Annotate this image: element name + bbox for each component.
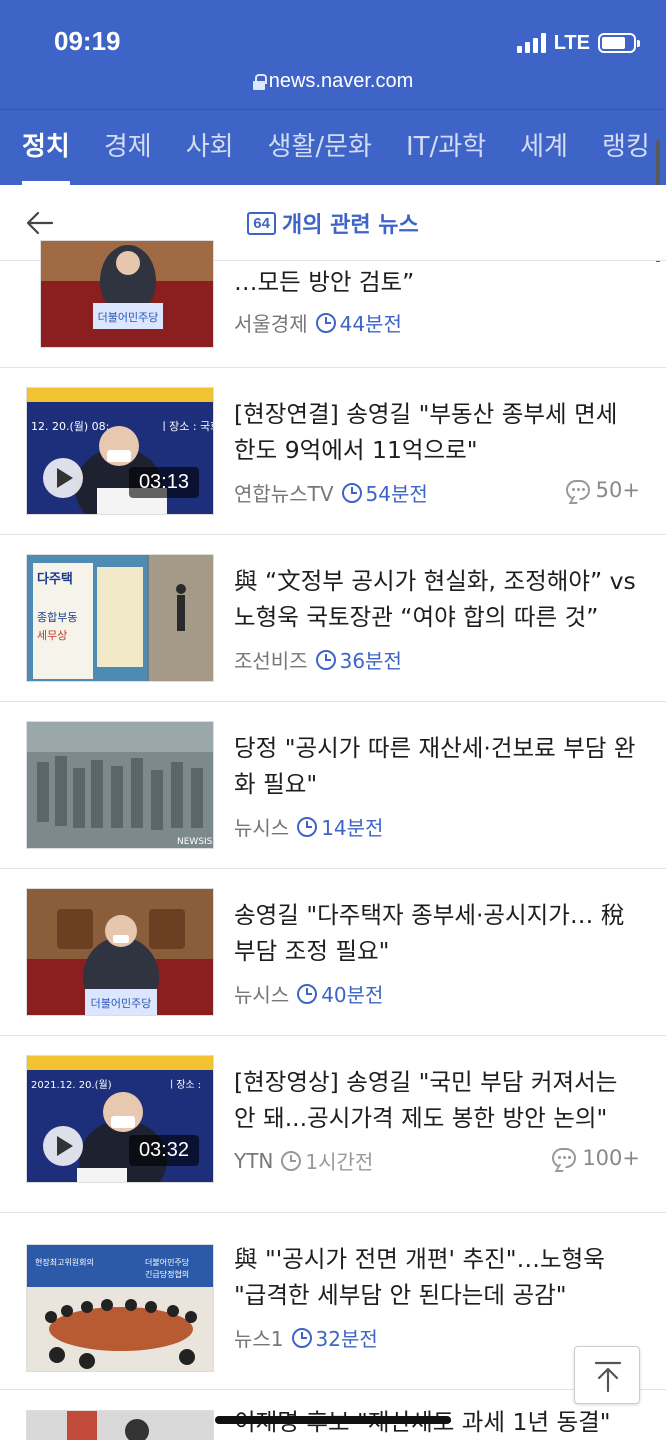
news-thumbnail: 다주택 종합부동 세무상 [26,554,214,682]
news-item[interactable]: 다주택 종합부동 세무상 與 “文정부 공시가 현실화, 조정해야” vs 노형… [0,535,666,702]
news-thumbnail: 더불어민주당 [26,888,214,1016]
comment-icon [565,480,590,500]
news-thumbnail: 더불어민주당 [40,240,214,348]
news-source: 서울경제 [234,312,308,336]
scroll-to-top-button[interactable] [574,1346,640,1404]
comment-count[interactable]: 100+ [552,1146,640,1170]
news-item[interactable]: 더불어민주당 송영길 "다주택자 종부세·공시지가… 稅 부담 조정 필요" 뉴… [0,869,666,1036]
svg-text:12. 20.(월) 08:: 12. 20.(월) 08: [31,420,109,433]
news-title[interactable]: 與 "'공시가 전면 개편' 추진"…노형욱 "급격한 세부담 안 된다는데 공… [234,1241,642,1313]
tab-it-science[interactable]: IT/과학 [406,110,486,185]
news-item[interactable]: 2021.12. 20.(월) ㅣ장소 : 03:32 [현장영상] 송영길 "… [0,1036,666,1213]
news-time: 1시간전 [281,1146,373,1175]
news-source: 조선비즈 [234,649,308,673]
tab-economy[interactable]: 경제 [104,110,152,185]
svg-text:더불어민주당: 더불어민주당 [145,1257,190,1267]
lock-icon [252,73,267,90]
battery-icon [598,33,640,53]
related-news-label: 개의 관련 뉴스 [281,213,419,238]
svg-text:ㅣ장소 : 국회: ㅣ장소 : 국회 [159,420,214,433]
news-meta: 서울경제 44분전 [234,308,402,337]
news-title[interactable]: 송영길 "다주택자 종부세·공시지가… 稅 부담 조정 필요" [234,897,642,969]
network-label: LTE [553,31,590,54]
news-title[interactable]: 與 “文정부 공시가 현실화, 조정해야” vs 노형욱 국토장관 “여야 합의… [234,563,642,635]
comment-count[interactable]: 50+ [565,478,640,502]
clock-icon [315,649,336,670]
news-thumbnail [26,1410,214,1440]
news-time: 32분전 [291,1323,378,1352]
tab-society[interactable]: 사회 [186,110,234,185]
tab-world[interactable]: 세계 [520,110,568,185]
svg-text:ㅣ장소 :: ㅣ장소 : [167,1079,201,1091]
news-title[interactable]: [현장영상] 송영길 "국민 부담 커져서는 안 돼...공시가격 제도 봉한 … [234,1064,642,1136]
news-meta: 조선비즈 36분전 [234,645,402,674]
news-thumbnail: NEWSIS [26,721,214,849]
news-time: 36분전 [315,645,402,674]
news-time: 14분전 [297,812,383,841]
tab-life-culture[interactable]: 생활/문화 [268,110,372,185]
news-meta: YTN 1시간전 [234,1146,373,1175]
news-meta: 뉴시스 40분전 [234,979,383,1008]
status-indicators: LTE [516,30,640,56]
clock-icon [297,816,318,837]
news-source: 연합뉴스TV [234,482,334,506]
news-thumbnail-video[interactable]: 12. 20.(월) 08: ㅣ장소 : 국회 03:13 [26,387,214,515]
news-item[interactable]: 이재명 후보 "재산세도 과세 1년 동결" [0,1390,666,1440]
play-icon[interactable] [43,1126,83,1166]
clock-icon [281,1150,302,1171]
svg-text:NEWSIS: NEWSIS [177,837,213,847]
status-time: 09:19 [54,26,121,56]
news-source: 뉴시스 [234,816,290,840]
top-bar: 09:19 LTE news.naver.com 정치 경제 사회 생활/문화 … [0,0,666,185]
home-indicator[interactable] [215,1416,451,1424]
svg-text:종합부동: 종합부동 [37,611,77,624]
news-time: 44분전 [315,308,402,337]
news-title[interactable]: …모든 방안 검토” [234,264,642,300]
svg-text:세무상: 세무상 [37,629,67,642]
news-item[interactable]: NEWSIS 당정 "공시가 따른 재산세·건보료 부담 완화 필요" 뉴시스 … [0,702,666,869]
news-meta: 연합뉴스TV 54분전 [234,478,428,507]
play-icon[interactable] [43,458,83,498]
news-thumbnail-video[interactable]: 2021.12. 20.(월) ㅣ장소 : 03:32 [26,1055,214,1183]
address-bar[interactable]: news.naver.com [0,70,666,93]
related-news-title: 64 개의 관련 뉴스 [0,207,666,239]
video-duration: 03:13 [128,467,199,498]
comment-icon [552,1148,577,1168]
news-time: 54분전 [341,478,428,507]
related-count-badge: 64 [247,211,276,235]
svg-text:긴급당정협의: 긴급당정협의 [145,1269,189,1279]
news-source: YTN [234,1148,274,1173]
news-meta: 뉴스1 32분전 [234,1323,378,1352]
url-text: news.naver.com [268,70,414,92]
news-title[interactable]: 당정 "공시가 따른 재산세·건보료 부담 완화 필요" [234,730,642,802]
news-time: 40분전 [297,979,383,1008]
clock-icon [291,1327,312,1348]
signal-icon [516,33,546,53]
svg-text:현장최고위원회의: 현장최고위원회의 [35,1257,94,1267]
tab-politics[interactable]: 정치 [22,110,70,185]
news-item[interactable]: 현장최고위원회의 더불어민주당 긴급당정협의 與 "'공시가 전면 개편' 추진… [0,1213,666,1390]
news-thumbnail: 현장최고위원회의 더불어민주당 긴급당정협의 [26,1244,214,1372]
svg-text:다주택: 다주택 [37,571,73,587]
svg-text:더불어민주당: 더불어민주당 [91,997,152,1010]
video-duration: 03:32 [128,1135,199,1166]
svg-text:더불어민주당: 더불어민주당 [98,311,159,324]
news-title[interactable]: [현장연결] 송영길 "부동산 종부세 면세 한도 9억에서 11억으로" [234,396,642,468]
svg-text:2021.12. 20.(월): 2021.12. 20.(월) [31,1079,112,1091]
news-item[interactable]: 더불어민주당 …모든 방안 검토” 서울경제 44분전 [0,240,666,368]
clock-icon [341,482,362,503]
clock-icon [297,983,318,1004]
news-source: 뉴시스 [234,983,290,1007]
news-meta: 뉴시스 14분전 [234,812,383,841]
clock-icon [315,312,336,333]
category-tabs: 정치 경제 사회 생활/문화 IT/과학 세계 랭킹 [0,110,666,185]
arrow-up-icon [594,1361,622,1393]
tab-ranking[interactable]: 랭킹 [602,110,650,185]
news-item[interactable]: 12. 20.(월) 08: ㅣ장소 : 국회 03:13 [현장연결] 송영길… [0,368,666,535]
news-source: 뉴스1 [234,1327,284,1351]
